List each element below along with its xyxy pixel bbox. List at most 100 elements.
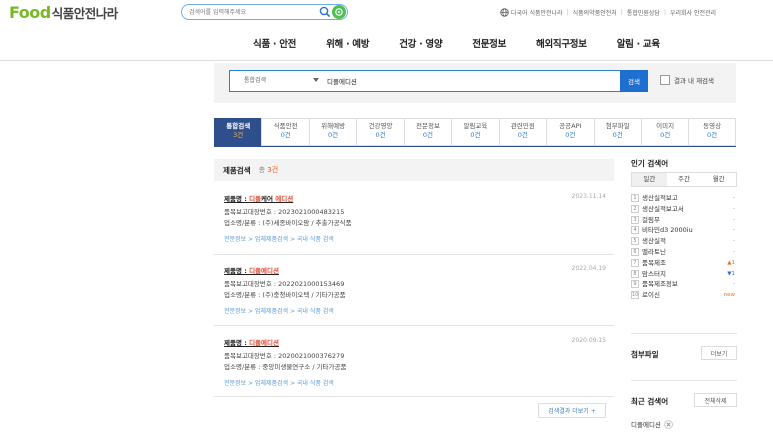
search-within-results[interactable]: 결과 내 재검색	[660, 74, 714, 86]
result-date: 2023.11.14	[571, 193, 606, 200]
tab-health-nutrition[interactable]: 건강영양 0건	[356, 118, 404, 146]
tab-images[interactable]: 이미지 0건	[640, 118, 689, 146]
search-button[interactable]: 검색	[620, 70, 648, 92]
util-link-mfds[interactable]: 식품의약품안전처	[573, 8, 617, 17]
result-path[interactable]: 전문정보 > 업체제품검색 > 국내 식품 검색	[224, 378, 334, 387]
language-link[interactable]: 다국어 식품안전나라	[500, 7, 563, 17]
name-highlight: 디플	[249, 195, 262, 203]
nav-food-safety[interactable]: 식품 · 안전	[253, 36, 296, 50]
popular-item[interactable]: 6 멜라토닌 -	[631, 247, 737, 258]
util-link-complaint[interactable]: 통합민원상담	[627, 8, 660, 17]
tab-food-safety[interactable]: 식품안전 0건	[261, 118, 309, 146]
rank-change: -	[733, 227, 735, 234]
divider	[214, 396, 614, 397]
tab-label: 첨부파일	[605, 122, 630, 130]
tab-count: 0건	[517, 131, 528, 139]
period-tab-monthly[interactable]: 월간	[701, 173, 737, 186]
nav-hazard-prevention[interactable]: 위해 · 예방	[326, 36, 369, 50]
result-item: 제품명 : 디플에디션 2020.09.15 품목보고대장번호 : 202002…	[224, 337, 606, 393]
result-product-name[interactable]: 제품명 : 디플에디션	[224, 265, 279, 275]
popular-item[interactable]: 8 맘스터치 ▼1	[631, 269, 737, 280]
result-date: 2022.04.19	[571, 265, 606, 272]
top-search-bar	[181, 4, 348, 20]
tab-label: 관련민원	[510, 122, 535, 130]
chevron-down-icon[interactable]	[313, 78, 319, 82]
attachments-more-button[interactable]: 더보기	[701, 346, 737, 360]
result-path[interactable]: 전문정보 > 업체제품검색 > 국내 식품 검색	[224, 234, 334, 243]
tab-hazard-prevention[interactable]: 위해예방 0건	[308, 118, 357, 146]
close-icon[interactable]	[663, 419, 673, 429]
period-tab-weekly[interactable]: 주간	[666, 173, 702, 186]
rank-change: -	[733, 238, 735, 245]
results-header: 제품검색 총 3건	[214, 159, 614, 181]
logo-latin: Food	[9, 2, 51, 22]
nav-expert-info[interactable]: 전문정보	[472, 36, 506, 50]
popular-item[interactable]: 7 품목제조 ▲1	[631, 258, 737, 269]
rank-number: 8	[631, 269, 639, 278]
tab-count: 0건	[470, 131, 481, 139]
tab-label: 위해예방	[321, 122, 346, 130]
chatbot-icon[interactable]	[332, 5, 346, 19]
tab-public-api[interactable]: 공공API 0건	[546, 118, 594, 146]
divider	[214, 325, 614, 326]
popular-item[interactable]: 10 로이신 new	[631, 290, 737, 301]
rank-number: 3	[631, 215, 639, 224]
results-count-value: 3건	[267, 166, 279, 174]
rank-number: 10	[631, 291, 639, 300]
tab-all[interactable]: 통합검색 3건	[214, 118, 262, 146]
rank-term: 맘스터치	[642, 269, 666, 278]
result-company: 업소명/분류 : (주)충청바이오텍 / 기타가공품	[224, 291, 346, 299]
rank-change: ▲1	[727, 259, 735, 266]
tab-notice-education[interactable]: 알림교육 0건	[451, 118, 499, 146]
rank-change: ▼1	[727, 270, 735, 277]
nav-overseas-purchase[interactable]: 해외직구정보	[536, 36, 587, 50]
rank-change: -	[733, 216, 735, 223]
nav-notice-education[interactable]: 알림 · 교육	[617, 36, 660, 50]
tab-label: 공공API	[559, 122, 582, 130]
site-logo[interactable]: Food 식품안전나라	[9, 1, 118, 23]
results-count: 총 3건	[259, 165, 279, 175]
tab-count: 0건	[660, 131, 671, 139]
top-search-input[interactable]	[189, 6, 311, 18]
period-tab-daily[interactable]: 일간	[632, 173, 667, 186]
tab-expert-info[interactable]: 전문정보 0건	[403, 118, 452, 146]
tab-count: 0건	[375, 131, 386, 139]
rank-change: new	[723, 292, 735, 299]
tab-label: 건강영양	[368, 122, 393, 130]
rank-number: 4	[631, 226, 639, 235]
popular-item[interactable]: 9 품목제조정보 -	[631, 279, 737, 290]
popular-item[interactable]: 3 걸림무 -	[631, 215, 737, 226]
recent-search-item[interactable]: 디플에디션	[631, 419, 673, 429]
popular-item[interactable]: 5 생산실적 -	[631, 236, 737, 247]
search-icon[interactable]	[319, 6, 331, 18]
result-report-number: 품목보고대장번호 : 2022021000153469	[224, 280, 345, 288]
result-path[interactable]: 전문정보 > 업체제품검색 > 국내 식품 검색	[224, 306, 334, 315]
rank-number: 6	[631, 247, 639, 256]
result-product-name[interactable]: 제품명 : 디플에디션	[224, 337, 279, 347]
rank-term: 걸림무	[642, 215, 660, 224]
tab-complaints[interactable]: 관련민원 0건	[498, 118, 547, 146]
search-area: 통합검색 검색 결과 내 재검색	[214, 63, 736, 103]
util-link-company-safety[interactable]: 우리회사 안전관리	[670, 8, 716, 17]
rank-term: 생산실적보고	[642, 194, 678, 202]
tab-label: 이미지	[656, 122, 675, 130]
utility-links: 다국어 식품안전나라 | 식품의약품안전처 | 통합민원상담 | 우리회사 안전…	[500, 5, 773, 19]
tab-videos[interactable]: 동영상 0건	[688, 118, 736, 146]
result-company: 업소명/분류 : (주)세종바이오팜 / 추출가공식품	[224, 219, 352, 227]
language-label: 다국어 식품안전나라	[511, 9, 563, 17]
globe-icon	[500, 7, 509, 17]
search-scope-select[interactable]: 통합검색	[244, 71, 266, 91]
more-results-button[interactable]: 검색결과 더보기 +	[538, 403, 606, 418]
rank-number: 9	[631, 280, 639, 289]
popular-item[interactable]: 2 생산실적보고서 -	[631, 204, 737, 215]
result-product-name[interactable]: 제품명 : 디플케어 에디션	[224, 193, 293, 203]
tab-attachments[interactable]: 첨부파일 0건	[593, 118, 641, 146]
search-within-checkbox[interactable]	[660, 75, 670, 85]
nav-health-nutrition[interactable]: 건강 · 영양	[399, 36, 442, 50]
divider	[214, 254, 614, 255]
popular-item[interactable]: 1 생산실적보고 -	[631, 193, 737, 204]
search-input[interactable]	[327, 74, 617, 88]
recent-searches-title: 최근 검색어	[631, 397, 669, 406]
recent-delete-all-button[interactable]: 전체삭제	[694, 393, 737, 407]
popular-item[interactable]: 4 비타민d3 2000iu -	[631, 225, 737, 236]
